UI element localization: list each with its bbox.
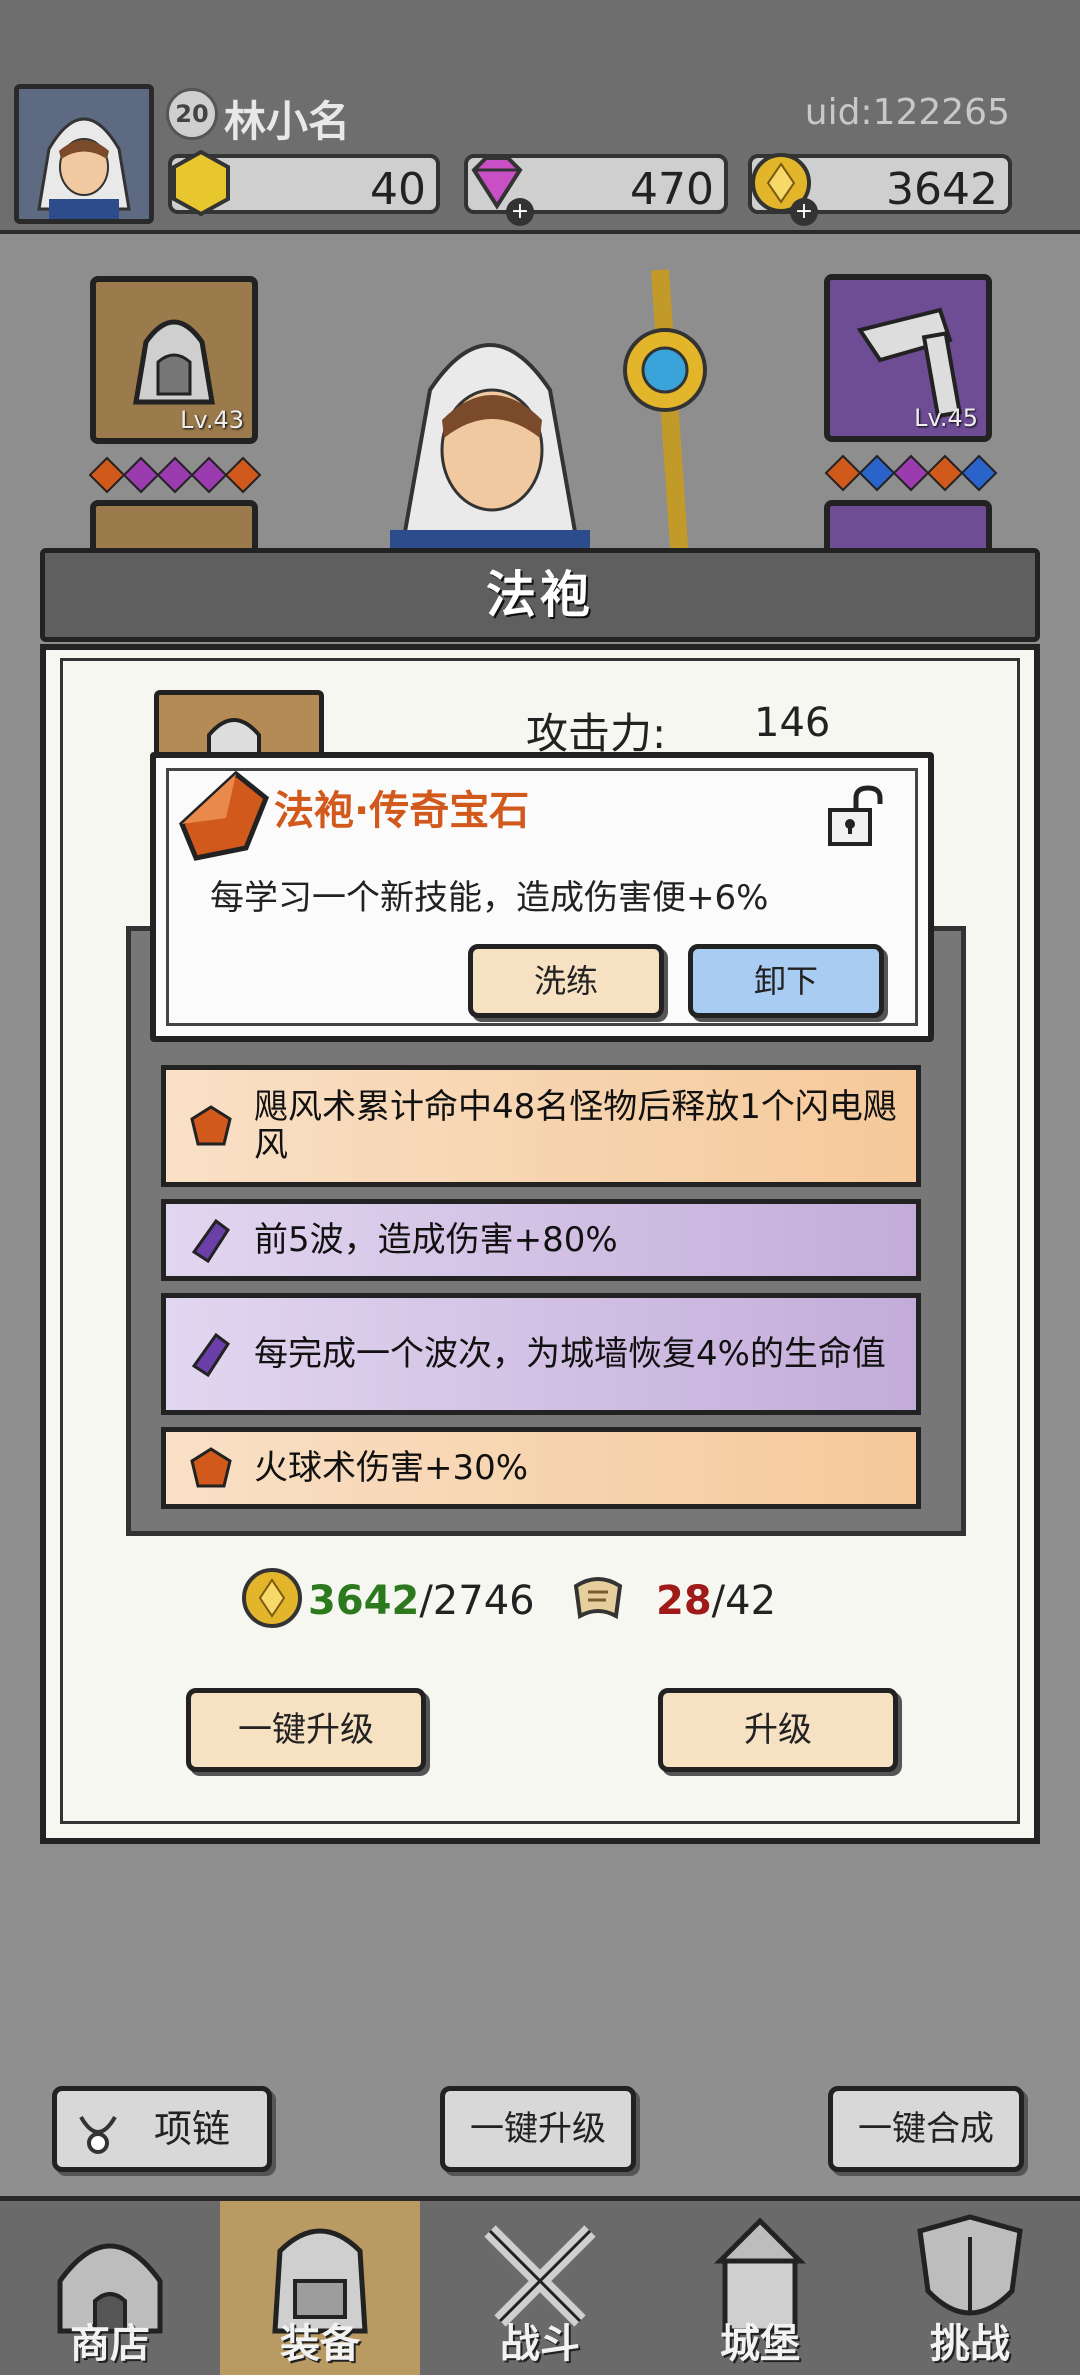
gem-indicator-icon [926,454,964,492]
hero-character [390,269,707,560]
purple-gem-icon [191,1218,231,1264]
reroll-button[interactable]: 洗练 [468,944,664,1018]
bottom-navigation: 商店 装备 战斗 城堡 挑战 [0,2196,1080,2375]
unequip-button[interactable]: 卸下 [688,944,884,1018]
scroll-have: 28 [656,1578,712,1624]
legendary-gem-icon [179,770,270,861]
gem-indicator-icon [190,456,228,494]
player-uid: uid:122265 [804,92,1010,133]
gem-effect-row[interactable]: 每完成一个波次，为城墙恢复4%的生命值 [161,1293,921,1415]
gem-detail-popup: 法袍·传奇宝石 每学习一个新技能，造成伤害便+6% 洗练 卸下 [150,752,934,1042]
gem-value: 470 [630,164,714,215]
gem-indicator-icon [824,454,862,492]
modal-title: 法袍 [40,548,1040,642]
add-gold-icon[interactable]: + [790,198,818,226]
add-gems-icon[interactable]: + [506,198,534,226]
energy-counter: 40 [168,149,440,217]
nav-shop[interactable]: 商店 [10,2201,210,2375]
necklace-label: 项链 [153,2107,230,2151]
hood-slot[interactable]: Lv.43 [90,276,258,444]
orange-gem-icon [190,1447,232,1488]
nav-challenge-label: 挑战 [930,2321,1010,2367]
staff-level: Lv.45 [914,404,978,432]
gem-indicator-icon [88,456,126,494]
hood-gem-indicators [88,456,262,494]
purple-gem-icon [191,1332,231,1378]
player-name: 林小名 [224,97,351,146]
unlock-icon[interactable] [826,784,884,848]
energy-hexagon-icon [172,149,230,217]
gem-indicator-icon [960,454,998,492]
nav-challenge[interactable]: 挑战 [870,2201,1070,2375]
gem-effect-text: 飓风术累计命中48名怪物后释放1个闪电飓风 [254,1087,897,1165]
gem-indicator-icon [122,456,160,494]
popup-title: 法袍·传奇宝石 [274,788,530,834]
gold-need: /2746 [419,1578,535,1624]
gold-coin-icon [242,1568,302,1628]
gem-indicator-icon [858,454,896,492]
popup-description: 每学习一个新技能，造成伤害便+6% [210,878,769,918]
merge-all-button[interactable]: 一键合成 [828,2086,1024,2172]
gem-effect-row[interactable]: 火球术伤害+30% [161,1427,921,1509]
player-avatar[interactable] [14,84,154,224]
necklace-icon [79,2115,117,2154]
scroll-cost: 28/42 [656,1578,776,1624]
gem-effect-row[interactable]: 飓风术累计命中48名怪物后释放1个闪电飓风 [161,1065,921,1187]
gold-value: 3642 [886,164,998,215]
gem-counter[interactable]: + 470 [464,154,728,226]
orange-gem-icon [190,1105,232,1146]
gem-effect-text: 火球术伤害+30% [254,1448,529,1488]
staff-slot[interactable]: Lv.45 [824,274,992,442]
staff-gem-indicators [824,454,998,492]
nav-battle[interactable]: 战斗 [440,2201,640,2375]
nav-castle-label: 城堡 [720,2321,800,2367]
scroll-icon [573,1577,623,1620]
gem-effect-text: 每完成一个波次，为城墙恢复4%的生命值 [254,1334,886,1374]
upgrade-all-button[interactable]: 一键升级 [186,1688,426,1772]
gold-cost: 3642/2746 [308,1578,535,1624]
attack-value: 146 [754,700,831,746]
energy-value: 40 [370,164,426,215]
nav-equipment[interactable]: 装备 [220,2201,420,2375]
nav-shop-label: 商店 [70,2321,150,2367]
gem-indicator-icon [224,456,262,494]
hood-level: Lv.43 [180,406,244,434]
nav-battle-label: 战斗 [500,2321,580,2367]
gem-indicator-icon [892,454,930,492]
gem-effect-text: 前5波，造成伤害+80% [254,1220,618,1260]
upgrade-button[interactable]: 升级 [658,1688,898,1772]
top-bar: 20 林小名 uid:122265 40 + 470 + 3642 [0,0,1080,234]
bottom-upgrade-all-button[interactable]: 一键升级 [440,2086,636,2172]
nav-equipment-label: 装备 [280,2321,360,2367]
scroll-need: /42 [711,1578,777,1624]
player-level-badge: 20 [166,88,218,140]
gem-indicator-icon [156,456,194,494]
necklace-button[interactable]: 项链 [52,2086,272,2172]
gold-counter[interactable]: + 3642 [748,153,1012,226]
gold-have: 3642 [308,1578,420,1624]
gem-effect-row[interactable]: 前5波，造成伤害+80% [161,1199,921,1281]
nav-castle[interactable]: 城堡 [660,2201,860,2375]
